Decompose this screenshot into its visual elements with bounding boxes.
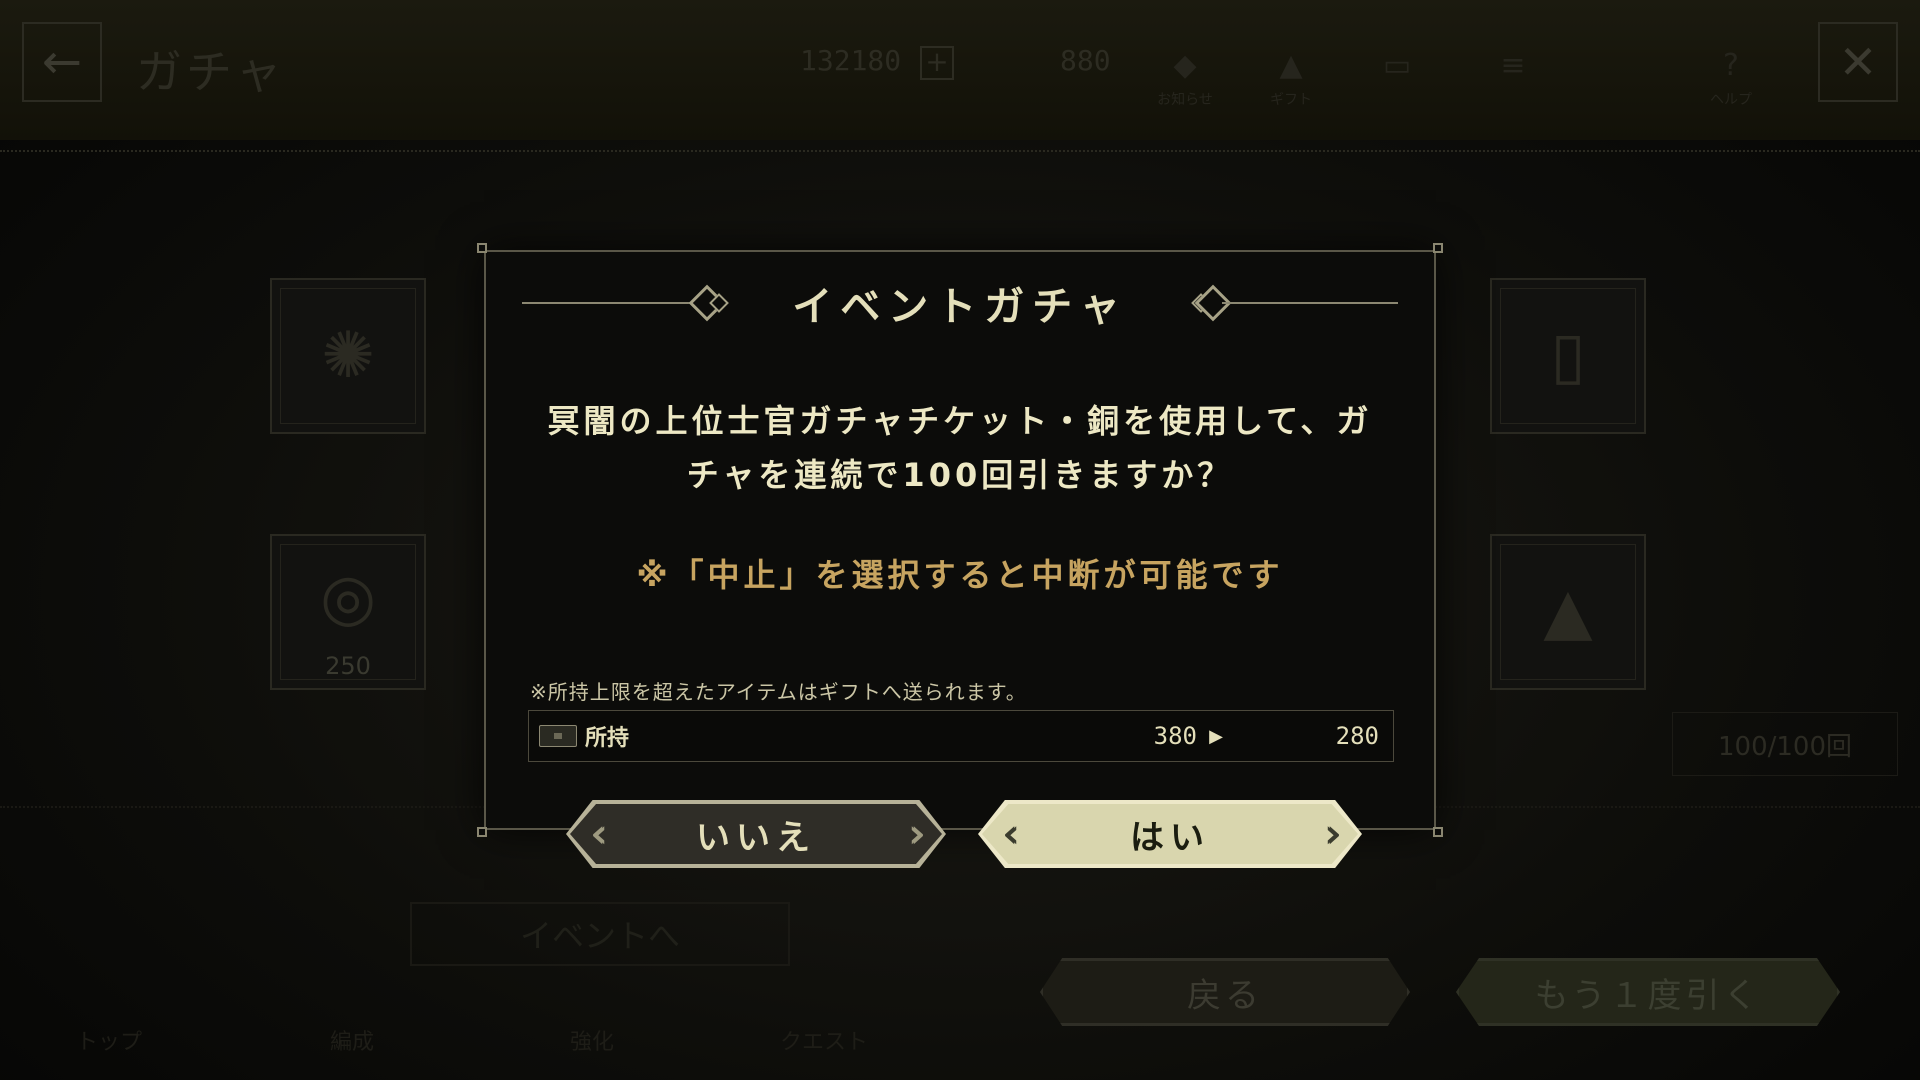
item-slot[interactable]: ▲ xyxy=(1490,534,1646,690)
back-arrow-icon: ← xyxy=(41,34,83,90)
notice-icon: ◆ xyxy=(1173,48,1197,83)
message-line: 冥闇の上位士官ガチャチケット・銅を使用して、ガ xyxy=(547,402,1373,440)
no-button[interactable]: ‹‹ いいえ ›› xyxy=(566,800,946,868)
abort-note: ※「中止」を選択すると中断が可能です xyxy=(636,556,1284,594)
currency-gems: 132180 xyxy=(800,44,902,77)
yes-button-label: はい xyxy=(1130,817,1210,858)
nav-top[interactable]: トップ xyxy=(76,1024,142,1056)
title-line-right xyxy=(1221,302,1399,304)
yes-button[interactable]: ‹‹ はい ›› xyxy=(978,800,1362,868)
event-button[interactable]: イベントへ xyxy=(410,902,790,966)
menu-button[interactable]: ≡ xyxy=(1468,48,1558,89)
limit-note: ※所持上限を超えたアイテムはギフトへ送られます。 xyxy=(530,680,1027,704)
ticket-card-icon: ▯ xyxy=(1550,319,1586,393)
menu-icon: ≡ xyxy=(1500,48,1526,83)
nav-enhance[interactable]: 強化 xyxy=(570,1024,614,1056)
card-icon: ▭ xyxy=(1382,48,1412,83)
bottom-nav: トップ 編成 強化 クエスト xyxy=(0,1000,1920,1080)
arrow-right-icon: ▶ xyxy=(1209,725,1223,747)
nav-formation[interactable]: 編成 xyxy=(330,1024,374,1056)
item-slot[interactable]: ▯ xyxy=(1490,278,1646,434)
item-count: 250 xyxy=(325,652,371,680)
gift-icon: ▲ xyxy=(1279,48,1303,83)
triangle-icon: ▲ xyxy=(1543,575,1593,649)
top-bar xyxy=(0,0,1920,140)
ticket-icon xyxy=(539,725,577,747)
nav-quest[interactable]: クエスト xyxy=(780,1024,868,1056)
corner-ornament xyxy=(477,827,487,837)
corner-ornament xyxy=(1433,243,1443,253)
no-button-label: いいえ xyxy=(696,817,816,858)
screen-title: ガチャ xyxy=(136,45,286,99)
draw-counter: 100/100回 xyxy=(1672,712,1898,776)
chevron-left-icon: ‹‹ xyxy=(1002,811,1020,857)
corner-ornament xyxy=(1433,827,1443,837)
confirm-dialog: イベントガチャ 冥闇の上位士官ガチャチケット・銅を使用して、ガ チャを連続で10… xyxy=(477,243,1443,868)
pinwheel-icon: ✺ xyxy=(321,319,375,393)
card-button[interactable]: ▭ xyxy=(1352,48,1442,89)
message-line: チャを連続で100回引きますか？ xyxy=(686,456,1234,494)
dialog-title: イベントガチャ xyxy=(792,284,1128,330)
top-divider xyxy=(0,150,1920,170)
notice-button[interactable]: ◆ お知らせ xyxy=(1140,48,1230,109)
corner-ornament xyxy=(477,243,487,253)
close-button[interactable]: ✕ xyxy=(1818,22,1898,102)
chevron-right-icon: ›› xyxy=(908,811,926,857)
back-arrow-button[interactable]: ← xyxy=(22,22,102,102)
help-button[interactable]: ? ヘルプ xyxy=(1686,48,1776,109)
add-currency-button[interactable]: + xyxy=(920,46,954,80)
dialog-message: 冥闇の上位士官ガチャチケット・銅を使用して、ガ チャを連続で100回引きますか？ xyxy=(526,394,1394,502)
holdings-before: 380 xyxy=(1153,722,1197,750)
holdings-after: 280 xyxy=(1335,722,1379,750)
item-slot[interactable]: ◎ 250 xyxy=(270,534,426,690)
chevron-right-icon: ›› xyxy=(1324,811,1342,857)
chevron-left-icon: ‹‹ xyxy=(590,811,608,857)
item-slot[interactable]: ✺ xyxy=(270,278,426,434)
close-icon: ✕ xyxy=(1838,35,1878,89)
help-icon: ? xyxy=(1723,48,1739,83)
title-line-left xyxy=(522,302,699,304)
dialog-header: イベントガチャ xyxy=(522,276,1399,330)
gift-button[interactable]: ▲ ギフト xyxy=(1246,48,1336,109)
holdings-row: 所持 380 ▶ 280 xyxy=(528,710,1394,762)
currency-tickets: 880 xyxy=(1060,44,1111,77)
holdings-label: 所持 xyxy=(585,726,630,751)
